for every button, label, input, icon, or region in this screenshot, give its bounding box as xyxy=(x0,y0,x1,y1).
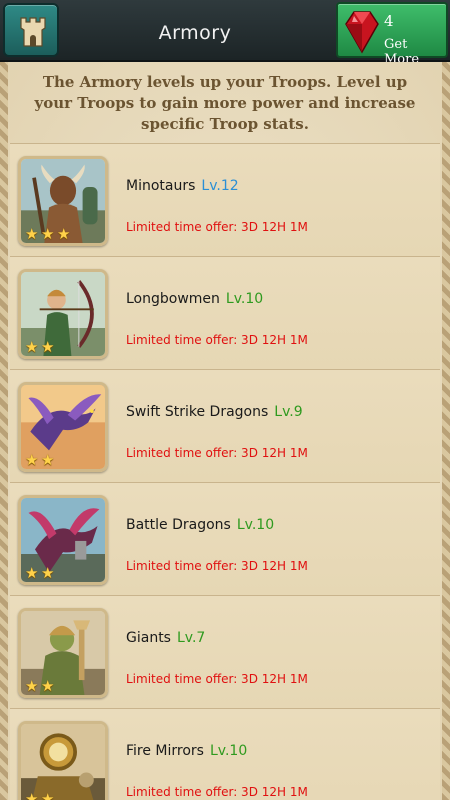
red-gem-icon xyxy=(345,11,379,54)
limited-offer-timer: Limited time offer: 3D 12H 1M xyxy=(126,785,308,799)
troop-name: Battle Dragons Lv.10 xyxy=(126,517,274,533)
star-icon: ★ xyxy=(41,225,55,243)
troop-name-label: Fire Mirrors xyxy=(126,743,204,759)
troop-level: Lv.10 xyxy=(225,291,264,307)
troop-star-rating: ★ ★ xyxy=(25,789,57,800)
panel-border-left xyxy=(0,62,8,800)
troop-star-rating: ★ ★ ★ xyxy=(25,224,73,243)
troop-row[interactable]: ★ ★ Battle Dragons Lv.10 Limited time offer:… xyxy=(10,482,440,595)
get-more-gems-button[interactable]: 4 Get More xyxy=(336,2,448,67)
star-icon: ★ xyxy=(41,677,55,695)
troop-star-rating: ★ ★ xyxy=(25,563,57,582)
troop-portrait[interactable]: ★ ★ ★ xyxy=(18,156,108,246)
troop-name: Giants Lv.7 xyxy=(126,630,205,646)
troop-level: Lv.9 xyxy=(274,404,303,420)
troop-row[interactable]: ★ ★ Longbowmen Lv.10 Limited time offer: 3D … xyxy=(10,256,440,369)
troop-name: Swift Strike Dragons Lv.9 xyxy=(126,404,303,420)
troop-row[interactable]: ★ ★ Swift Strike Dragons Lv.9 Limited time o… xyxy=(10,369,440,482)
star-icon: ★ xyxy=(41,790,55,800)
limited-offer-timer: Limited time offer: 3D 12H 1M xyxy=(126,220,308,234)
star-icon: ★ xyxy=(25,451,39,469)
troop-row[interactable]: ★ ★ Fire Mirrors Lv.10 Limited time offer: 3… xyxy=(10,708,440,800)
castle-tower-icon xyxy=(20,17,46,47)
star-icon: ★ xyxy=(25,790,39,800)
troop-name: Fire Mirrors Lv.10 xyxy=(126,743,247,759)
armory-description: The Armory levels up your Troops. Level … xyxy=(34,73,416,133)
troop-portrait[interactable]: ★ ★ xyxy=(18,721,108,800)
troop-name-label: Swift Strike Dragons xyxy=(126,404,269,420)
troop-level: Lv.10 xyxy=(236,517,275,533)
troop-row[interactable]: ★ ★ ★ Minotaurs Lv.12 Limited time offer: 3D … xyxy=(10,143,440,256)
panel-border-right xyxy=(442,62,450,800)
limited-offer-timer: Limited time offer: 3D 12H 1M xyxy=(126,559,308,573)
home-button[interactable] xyxy=(3,3,59,57)
troop-star-rating: ★ ★ xyxy=(25,337,57,356)
troop-star-rating: ★ ★ xyxy=(25,676,57,695)
star-icon: ★ xyxy=(57,225,71,243)
star-icon: ★ xyxy=(25,564,39,582)
troop-name-label: Battle Dragons xyxy=(126,517,231,533)
troop-name: Minotaurs Lv.12 xyxy=(126,178,239,194)
page-title: Armory xyxy=(158,22,232,44)
troop-level: Lv.10 xyxy=(209,743,248,759)
troop-list: ★ ★ ★ Minotaurs Lv.12 Limited time offer: 3D … xyxy=(10,143,440,800)
star-icon: ★ xyxy=(25,338,39,356)
top-bar: Armory 4 Get More xyxy=(0,0,450,67)
limited-offer-timer: Limited time offer: 3D 12H 1M xyxy=(126,333,308,347)
troop-level: Lv.7 xyxy=(176,630,206,646)
troop-star-rating: ★ ★ xyxy=(25,450,57,469)
troop-level: Lv.12 xyxy=(201,178,239,194)
limited-offer-timer: Limited time offer: 3D 12H 1M xyxy=(126,672,308,686)
star-icon: ★ xyxy=(41,451,55,469)
star-icon: ★ xyxy=(25,225,39,243)
troop-name-label: Giants xyxy=(126,630,171,646)
troop-row[interactable]: ★ ★ Giants Lv.7 Limited time offer: 3D 12H 1… xyxy=(10,595,440,708)
gem-count: 4 xyxy=(384,12,394,30)
troop-name-label: Minotaurs xyxy=(126,178,196,194)
troop-portrait[interactable]: ★ ★ xyxy=(18,269,108,359)
troop-portrait[interactable]: ★ ★ xyxy=(18,608,108,698)
troop-name-label: Longbowmen xyxy=(126,291,220,307)
star-icon: ★ xyxy=(41,564,55,582)
troop-portrait[interactable]: ★ ★ xyxy=(18,495,108,585)
troop-name: Longbowmen Lv.10 xyxy=(126,291,263,307)
limited-offer-timer: Limited time offer: 3D 12H 1M xyxy=(126,446,308,460)
star-icon: ★ xyxy=(41,338,55,356)
star-icon: ★ xyxy=(25,677,39,695)
troop-portrait[interactable]: ★ ★ xyxy=(18,382,108,472)
